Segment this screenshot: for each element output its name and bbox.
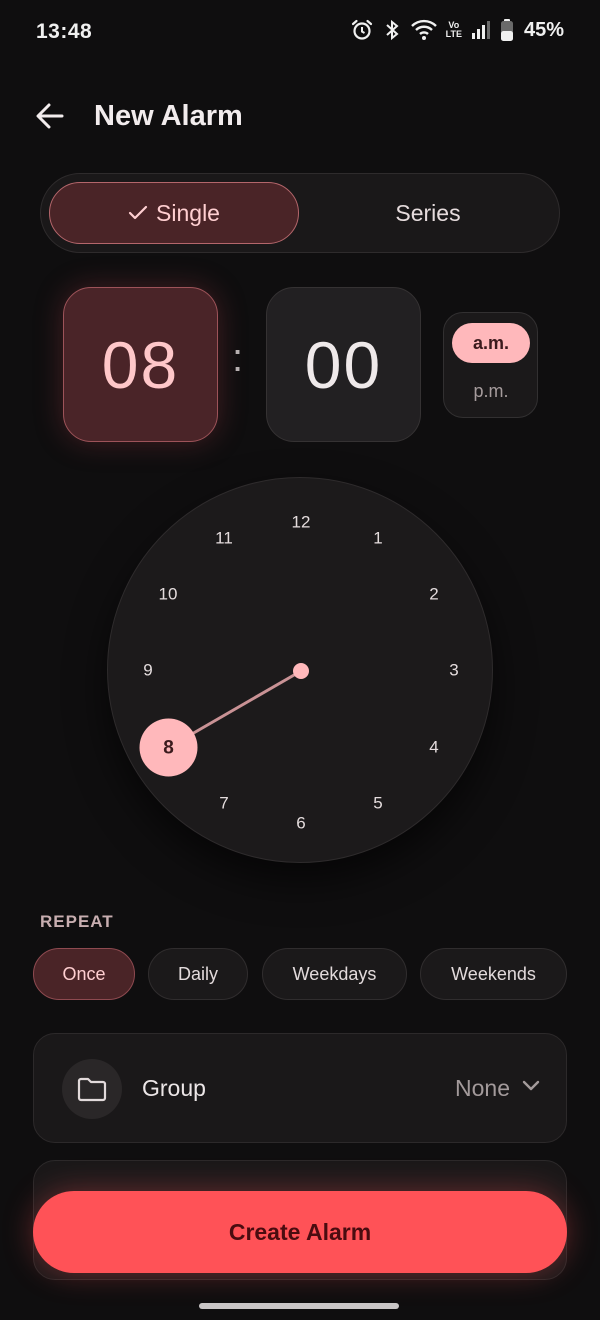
signal-icon — [470, 19, 492, 41]
am-pm-selector: a.m. p.m. — [443, 312, 538, 418]
folder-icon — [62, 1059, 122, 1119]
clock-number-7[interactable]: 7 — [219, 793, 228, 812]
pm-button[interactable]: p.m. — [452, 371, 530, 411]
repeat-label: REPEAT — [40, 912, 114, 931]
clock-number-3[interactable]: 3 — [449, 660, 458, 679]
chevron-down-icon — [522, 1079, 540, 1097]
mode-single-label: Single — [156, 199, 220, 226]
hour-input[interactable]: 08 — [63, 287, 218, 442]
status-time: 13:48 — [36, 20, 93, 43]
clock-number-2[interactable]: 2 — [429, 584, 438, 603]
group-selector[interactable]: Group None — [33, 1033, 567, 1143]
home-indicator[interactable] — [199, 1303, 399, 1309]
clock-number-10[interactable]: 10 — [159, 584, 178, 603]
status-bar: 13:48 Vo LTE 45% — [0, 0, 600, 66]
group-value: None — [455, 1075, 510, 1101]
clock-number-1[interactable]: 1 — [373, 528, 382, 547]
minute-input[interactable]: 00 — [266, 287, 421, 442]
am-button[interactable]: a.m. — [452, 323, 530, 363]
volte-bottom-text: LTE — [445, 29, 462, 39]
time-separator: : — [232, 336, 244, 380]
clock-number-6[interactable]: 6 — [296, 813, 305, 832]
mode-series-button[interactable]: Series — [303, 182, 553, 244]
clock-dial[interactable]: 12 1 2 3 4 5 6 7 9 10 11 8 — [107, 477, 493, 863]
page-title: New Alarm — [94, 100, 243, 132]
alarm-icon — [350, 18, 374, 42]
mode-series-label: Series — [395, 199, 461, 226]
clock-number-9[interactable]: 9 — [143, 660, 152, 679]
wifi-icon — [410, 19, 438, 41]
clock-selected-number: 8 — [163, 738, 174, 759]
repeat-weekdays-chip[interactable]: Weekdays — [262, 948, 407, 1000]
mode-single-button[interactable]: Single — [49, 182, 299, 244]
clock-dial-svg: 12 1 2 3 4 5 6 7 9 10 11 8 — [139, 512, 459, 832]
back-button[interactable] — [28, 96, 72, 140]
clock-number-12[interactable]: 12 — [292, 512, 311, 531]
check-icon — [128, 205, 148, 221]
battery-icon — [500, 18, 514, 42]
app-header: New Alarm — [0, 86, 600, 150]
clock-number-5[interactable]: 5 — [373, 793, 382, 812]
clock-number-11[interactable]: 11 — [215, 528, 233, 547]
mode-toggle: Single Series — [40, 173, 560, 253]
bluetooth-icon — [382, 18, 402, 42]
repeat-daily-chip[interactable]: Daily — [148, 948, 248, 1000]
battery-percentage: 45% — [523, 18, 564, 41]
create-alarm-button[interactable]: Create Alarm — [33, 1191, 567, 1273]
status-icons: Vo LTE 45% — [350, 18, 564, 42]
repeat-once-chip[interactable]: Once — [33, 948, 135, 1000]
repeat-weekends-chip[interactable]: Weekends — [420, 948, 567, 1000]
group-label: Group — [142, 1075, 206, 1101]
clock-number-4[interactable]: 4 — [429, 737, 438, 756]
back-arrow-icon — [35, 102, 65, 135]
clock-center-dot — [293, 663, 309, 679]
volte-icon: Vo LTE — [446, 21, 462, 39]
